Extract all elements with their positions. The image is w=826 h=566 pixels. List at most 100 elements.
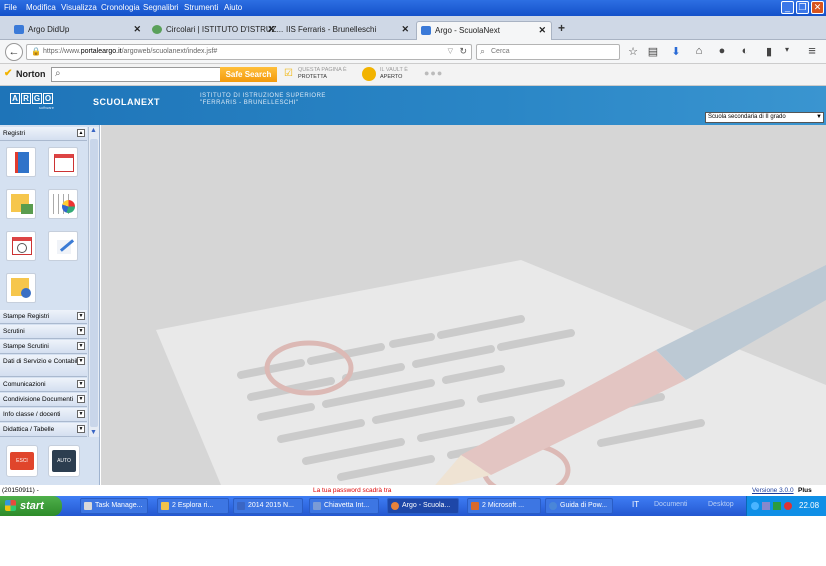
new-tab-button[interactable]: +: [558, 21, 565, 35]
menu-cronologia[interactable]: Cronologia: [101, 3, 140, 12]
menu-file[interactable]: File: [4, 3, 17, 12]
close-window-button[interactable]: ✕: [811, 1, 824, 14]
tab-label: Argo - ScuolaNext: [435, 26, 500, 35]
sidebar-section-registri[interactable]: Registri ▲: [0, 127, 87, 141]
menu-strumenti[interactable]: Strumenti: [184, 3, 218, 12]
scroll-up-icon[interactable]: ▲: [90, 127, 97, 134]
scroll-down-icon[interactable]: ▼: [90, 429, 97, 436]
minimize-button[interactable]: _: [781, 1, 794, 14]
exit-icon: ESCI: [10, 452, 34, 470]
expand-icon[interactable]: ▼: [77, 425, 85, 433]
norton-search-input[interactable]: ⌕: [51, 67, 221, 82]
chevron-down-icon[interactable]: ▾: [780, 45, 794, 54]
home-icon[interactable]: ⌂: [692, 45, 706, 57]
url-prefix: https://www.: [43, 48, 81, 55]
close-tab-icon[interactable]: ✕: [538, 22, 546, 39]
reading-list-icon[interactable]: ▤: [646, 45, 660, 58]
antivirus-icon[interactable]: [784, 502, 792, 510]
close-tab-icon[interactable]: ✕: [267, 21, 275, 38]
clipboard-icon[interactable]: ▮: [762, 45, 776, 58]
school-type-select[interactable]: Scuola secondaria di II grado ▼: [705, 112, 824, 123]
reload-icon[interactable]: ↻: [459, 46, 467, 57]
sidebar-section-comunicazioni[interactable]: Comunicazioni ▼: [0, 378, 87, 392]
notes-image-icon[interactable]: [6, 189, 36, 219]
expand-icon[interactable]: ▼: [77, 327, 85, 335]
taskbar-label: Chiavetta Int...: [324, 502, 370, 509]
school-line2: "FERRARIS - BRUNELLESCHI": [200, 100, 299, 106]
page-protected-status[interactable]: QUESTA PAGINA È PROTETTA: [298, 67, 347, 81]
taskbar-item-explorer[interactable]: 2 Esplora ri...: [157, 498, 229, 514]
dropdown-arrow-icon[interactable]: ▽: [448, 47, 453, 55]
close-tab-icon[interactable]: ✕: [401, 21, 409, 38]
collapse-icon[interactable]: ▲: [77, 129, 85, 137]
section-label: Registri: [3, 130, 26, 137]
menu-aiuto[interactable]: Aiuto: [224, 3, 242, 12]
tab-argo-scuolanext[interactable]: Argo - ScuolaNext ✕: [416, 21, 552, 40]
calendar-icon[interactable]: [48, 147, 78, 177]
expand-icon[interactable]: ▼: [77, 342, 85, 350]
menu-visualizza[interactable]: Visualizza: [61, 3, 97, 12]
expand-icon[interactable]: ▼: [77, 410, 85, 418]
expand-icon[interactable]: ▼: [77, 395, 85, 403]
safe-search-button[interactable]: Safe Search: [220, 67, 277, 82]
sidebar-section-didattica[interactable]: Didattica / Tabelle ▼: [0, 423, 87, 437]
document-pencil-illustration: [156, 260, 826, 485]
system-tray: 22.08: [746, 496, 826, 516]
start-button[interactable]: start: [0, 496, 62, 516]
schedule-clock-icon[interactable]: [6, 231, 36, 261]
menu-segnalibri[interactable]: Segnalibri: [143, 3, 179, 12]
sidebar-section-info-classe[interactable]: Info classe / docenti ▼: [0, 408, 87, 422]
hamburger-menu-icon[interactable]: ≡: [805, 43, 819, 58]
toolbar-documenti[interactable]: Documenti: [654, 501, 687, 508]
bookmark-star-icon[interactable]: ☆: [626, 45, 640, 58]
expand-icon[interactable]: ▼: [77, 357, 85, 365]
more-dots-icon[interactable]: ●●●: [424, 68, 443, 78]
tab-argo-didup[interactable]: Argo DidUp ✕: [10, 21, 146, 40]
sidebar-scrollbar[interactable]: ▲ ▼: [88, 127, 99, 437]
back-arrow-icon[interactable]: ←: [5, 43, 23, 61]
download-icon[interactable]: ⬇: [669, 45, 683, 58]
sidebar-section-dati-servizio[interactable]: Dati di Servizio e Contabili ▼: [0, 355, 87, 377]
taskbar-item-word-doc[interactable]: 2014 2015 N...: [233, 498, 303, 514]
security-icon[interactable]: [773, 502, 781, 510]
chat-icon[interactable]: ●: [715, 45, 729, 57]
pocket-icon[interactable]: ◐: [738, 45, 752, 57]
network-icon[interactable]: [751, 502, 759, 510]
logout-button[interactable]: ESCI: [6, 445, 38, 477]
taskbar-item-firefox[interactable]: Argo - Scuola...: [387, 498, 459, 514]
taskbar-item-usb-drive[interactable]: Chiavetta Int...: [309, 498, 379, 514]
taskbar-item-microsoft-office[interactable]: 2 Microsoft ...: [467, 498, 541, 514]
expand-icon[interactable]: ▼: [77, 380, 85, 388]
tab-circolari[interactable]: Circolari | ISTITUTO D'ISTRUZ... ✕: [148, 21, 283, 40]
tab-iis-ferraris[interactable]: IIS Ferraris - Brunelleschi ✕: [282, 21, 414, 40]
password-expiry-notice: La tua password scadrà tra: [313, 487, 392, 494]
clock[interactable]: 22.08: [799, 496, 819, 516]
norton-brand[interactable]: Norton: [16, 69, 46, 79]
taskbar-label: 2014 2015 N...: [248, 502, 294, 509]
pencil-edit-icon[interactable]: [48, 231, 78, 261]
url-path: /argoweb/scuolanext/index.jsf#: [121, 48, 218, 55]
toolbar-desktop[interactable]: Desktop: [708, 501, 734, 508]
notes-user-icon[interactable]: [6, 273, 36, 303]
maximize-button[interactable]: ❐: [796, 1, 809, 14]
build-info: (20150911) -: [2, 487, 39, 494]
monitor-icon[interactable]: [762, 502, 770, 510]
scrollbar-thumb[interactable]: [90, 139, 98, 427]
chart-grid-icon[interactable]: [48, 189, 78, 219]
language-indicator[interactable]: IT: [632, 500, 639, 509]
close-tab-icon[interactable]: ✕: [133, 21, 141, 38]
expand-icon[interactable]: ▼: [77, 312, 85, 320]
vault-status[interactable]: IL VAULT È APERTO: [380, 67, 408, 81]
search-box[interactable]: ⌕ Cerca: [476, 44, 620, 60]
sidebar-section-condivisione[interactable]: Condivisione Documenti ▼: [0, 393, 87, 407]
sidebar-section-stampe-registri[interactable]: Stampe Registri ▼: [0, 310, 87, 324]
menu-modifica[interactable]: Modifica: [26, 3, 56, 12]
sidebar-section-stampe-scrutini[interactable]: Stampe Scrutini ▼: [0, 340, 87, 354]
taskbar-item-task-manager[interactable]: Task Manage...: [80, 498, 148, 514]
registro-book-icon[interactable]: [6, 147, 36, 177]
url-bar[interactable]: 🔒 https://www.portaleargo.it/argoweb/scu…: [26, 44, 472, 60]
taskbar-item-help[interactable]: Guida di Pow...: [545, 498, 613, 514]
sidebar-section-scrutini[interactable]: Scrutini ▼: [0, 325, 87, 339]
version-link[interactable]: Versione 3.0.0: [752, 485, 794, 496]
auto-button[interactable]: AUTO: [48, 445, 80, 477]
